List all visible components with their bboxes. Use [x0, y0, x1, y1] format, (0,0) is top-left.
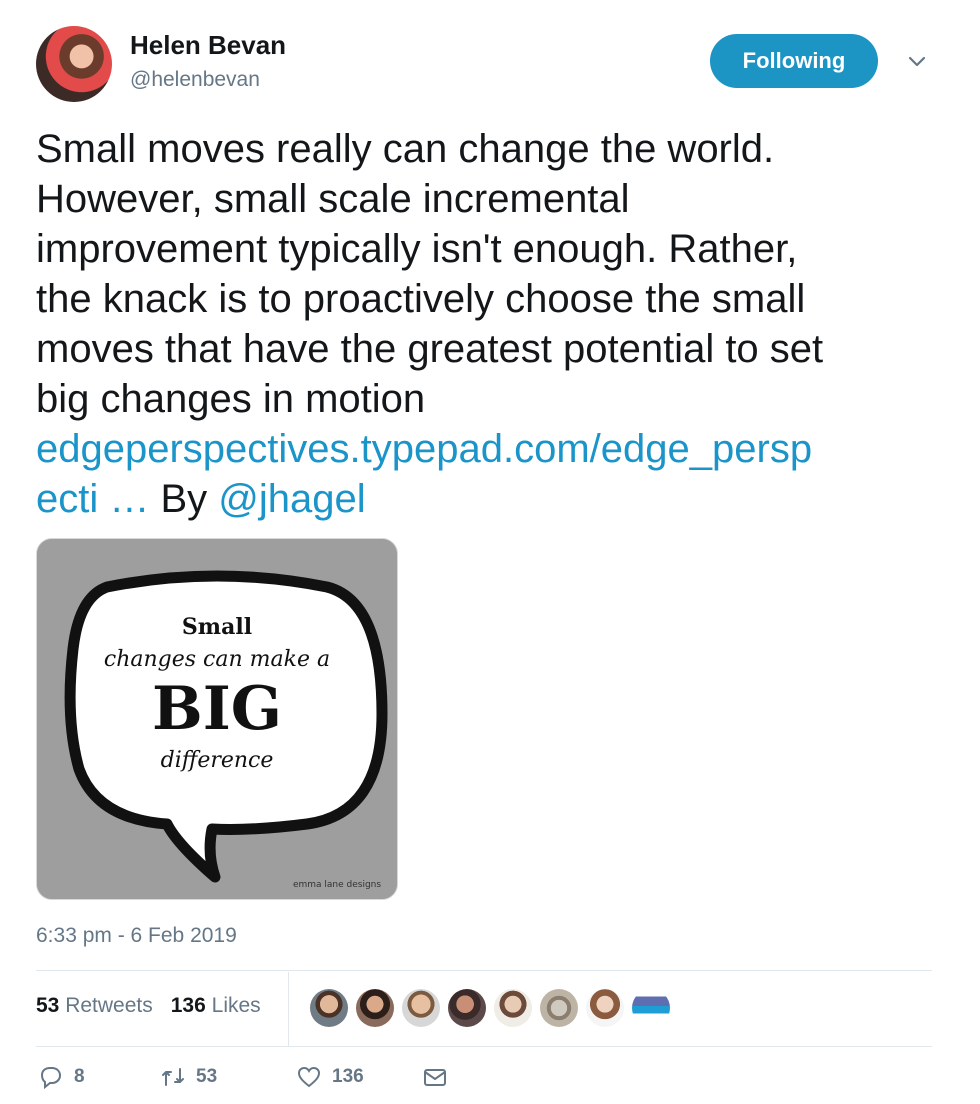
author-avatar[interactable] [36, 26, 112, 102]
following-button[interactable]: Following [710, 34, 878, 88]
liker-avatar[interactable] [586, 989, 624, 1027]
likes-stat[interactable]: 136 Likes [171, 994, 261, 1018]
like-count: 136 [332, 1066, 364, 1087]
divider [36, 970, 932, 971]
liker-avatar[interactable] [448, 989, 486, 1027]
tweet-text-line: big changes in motion [36, 377, 426, 421]
reply-button[interactable]: 8 [38, 1064, 160, 1090]
retweets-count: 53 [36, 994, 60, 1017]
reply-count: 8 [74, 1066, 85, 1087]
image-text-small: Small [182, 614, 252, 640]
retweet-icon [162, 1068, 184, 1086]
by-text: By [160, 477, 208, 521]
like-button[interactable]: 136 [296, 1064, 422, 1090]
likers-avatars [310, 989, 670, 1027]
author-name[interactable]: Helen Bevan [130, 30, 286, 61]
tweet-timestamp[interactable]: 6:33 pm - 6 Feb 2019 [36, 924, 237, 948]
tweet-image[interactable]: Small changes can make a BIG difference … [36, 538, 398, 900]
author-handle[interactable]: @helenbevan [130, 68, 260, 92]
divider [36, 1046, 932, 1047]
retweet-button[interactable]: 53 [160, 1064, 296, 1090]
image-credit: emma lane designs [293, 880, 381, 890]
liker-avatar[interactable] [310, 989, 348, 1027]
speech-bubble-image: Small changes can make a BIG difference … [37, 539, 397, 899]
direct-message-button[interactable] [422, 1064, 448, 1090]
reply-icon [40, 1067, 62, 1090]
likes-count: 136 [170, 994, 206, 1017]
tweet-text-line: Small moves really can change the world. [36, 127, 775, 171]
mention-link[interactable]: @jhagel [218, 477, 365, 521]
tweet-text-line: moves that have the greatest potential t… [36, 327, 824, 371]
retweets-label: Retweets [65, 994, 153, 1017]
envelope-icon [424, 1069, 446, 1086]
liker-avatar[interactable] [632, 989, 670, 1027]
liker-avatar[interactable] [494, 989, 532, 1027]
liker-avatar[interactable] [402, 989, 440, 1027]
liker-avatar[interactable] [540, 989, 578, 1027]
retweet-count: 53 [196, 1066, 218, 1087]
image-text-big: BIG [152, 674, 282, 744]
chevron-down-icon[interactable] [904, 52, 930, 70]
image-text-changes: changes can make a [104, 647, 330, 672]
stats-separator [288, 972, 289, 1046]
tweet-text-line: However, small scale incremental [36, 177, 630, 221]
tweet-link[interactable]: edgeperspectives.typepad.com/edge_persp [36, 427, 812, 471]
liker-avatar[interactable] [356, 989, 394, 1027]
tweet-actions: 8 53 136 [38, 1064, 448, 1090]
retweets-stat[interactable]: 53 Retweets [36, 994, 153, 1018]
heart-icon [297, 1066, 321, 1088]
tweet-text-line: the knack is to proactively choose the s… [36, 277, 806, 321]
tweet-link-continued[interactable]: ecti … [36, 477, 149, 521]
likes-label: Likes [211, 994, 261, 1017]
tweet-text-line: improvement typically isn't enough. Rath… [36, 227, 798, 271]
image-text-difference: difference [161, 748, 274, 773]
tweet-text: Small moves really can change the world.… [36, 124, 946, 524]
tweet-stats: 53 Retweets 136 Likes [36, 994, 261, 1018]
